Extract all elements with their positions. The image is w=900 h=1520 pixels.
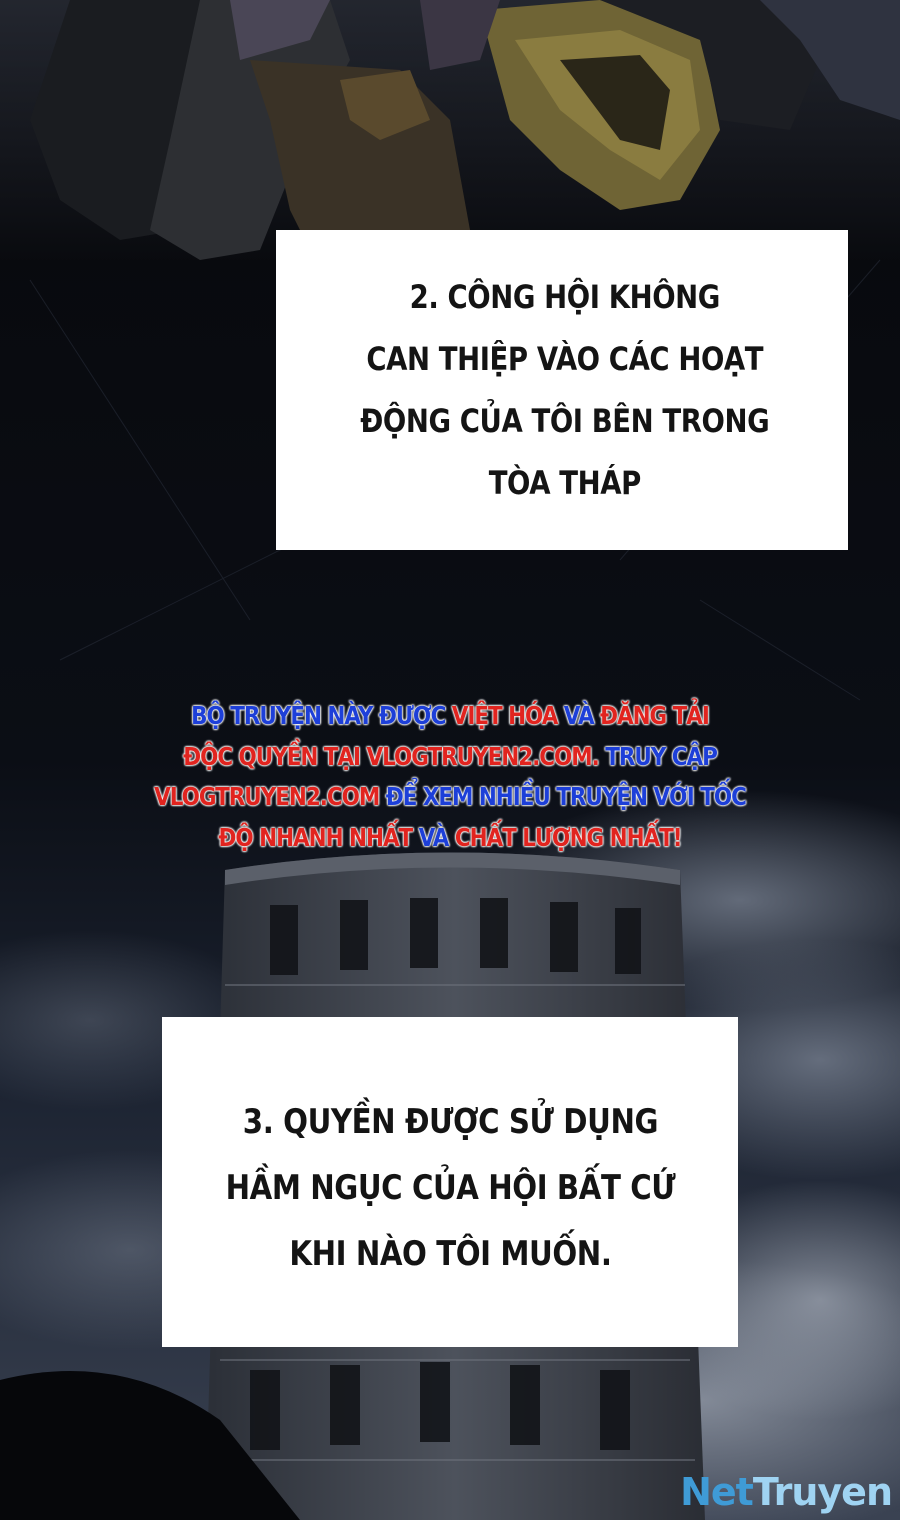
- caption-2-line-3: ĐỘNG CỦA TÔI BÊN TRONG: [360, 402, 770, 440]
- notice-segment: BỘ TRUYỆN NÀY ĐƯỢC: [191, 701, 452, 730]
- caption-2-line-4: TÒA THÁP: [488, 464, 642, 502]
- notice-segment: CHẤT LƯỢNG NHẤT!: [454, 822, 683, 852]
- caption-2-line-2: CAN THIỆP VÀO CÁC HOẠT: [366, 340, 764, 378]
- caption-2-line-1: 2. CÔNG HỘI KHÔNG: [409, 278, 721, 316]
- notice-segment: ĐỘC QUYỀN TẠI: [183, 741, 367, 771]
- notice-segment: ĐĂNG TẢI: [600, 701, 710, 730]
- notice-segment: VÀ: [412, 822, 455, 852]
- notice-segment: ĐỘ NHANH NHẤT: [218, 822, 413, 852]
- notice-row-2: ĐỘC QUYỀN TẠI VLOGTRUYEN2.COM. TRUY CẬP: [97, 737, 802, 778]
- notice-segment: VIỆT HÓA: [451, 701, 559, 730]
- caption-3-line-2: HẦM NGỤC CỦA HỘI BẤT CỨ: [225, 1168, 675, 1208]
- translation-notice: BỘ TRUYỆN NÀY ĐƯỢC VIỆT HÓA VÀ ĐĂNG TẢI …: [40, 696, 860, 858]
- caption-3-line-1: 3. QUYỀN ĐƯỢC SỬ DỤNG: [242, 1102, 658, 1142]
- notice-site-link[interactable]: VLOGTRUYEN2.COM.: [366, 742, 599, 771]
- caption-box-2: 2. CÔNG HỘI KHÔNG CAN THIỆP VÀO CÁC HOẠT…: [276, 230, 848, 550]
- notice-row-3: VLOGTRUYEN2.COM ĐỂ XEM NHIỀU TRUYỆN VỚI …: [97, 777, 802, 818]
- caption-box-3: 3. QUYỀN ĐƯỢC SỬ DỤNG HẦM NGỤC CỦA HỘI B…: [162, 1017, 738, 1347]
- caption-3-text: 3. QUYỀN ĐƯỢC SỬ DỤNG HẦM NGỤC CỦA HỘI B…: [189, 1089, 712, 1287]
- caption-3-line-3: KHI NÀO TÔI MUỐN.: [288, 1234, 612, 1274]
- notice-row-1: BỘ TRUYỆN NÀY ĐƯỢC VIỆT HÓA VÀ ĐĂNG TẢI: [97, 696, 802, 737]
- watermark-part-2: Truyen: [752, 1470, 893, 1514]
- notice-segment: VÀ: [557, 701, 601, 730]
- notice-segment: TRUY CẬP: [598, 741, 718, 771]
- watermark-part-1: Net: [680, 1470, 754, 1514]
- notice-segment: ĐỂ XEM NHIỀU TRUYỆN VỚI TỐC: [379, 782, 747, 811]
- notice-site-link[interactable]: VLOGTRUYEN2.COM: [154, 782, 380, 811]
- nettruyen-watermark: NetTruyen: [680, 1470, 893, 1514]
- caption-2-text: 2. CÔNG HỘI KHÔNG CAN THIỆP VÀO CÁC HOẠT…: [327, 266, 803, 514]
- notice-row-4: ĐỘ NHANH NHẤT VÀ CHẤT LƯỢNG NHẤT!: [97, 818, 802, 859]
